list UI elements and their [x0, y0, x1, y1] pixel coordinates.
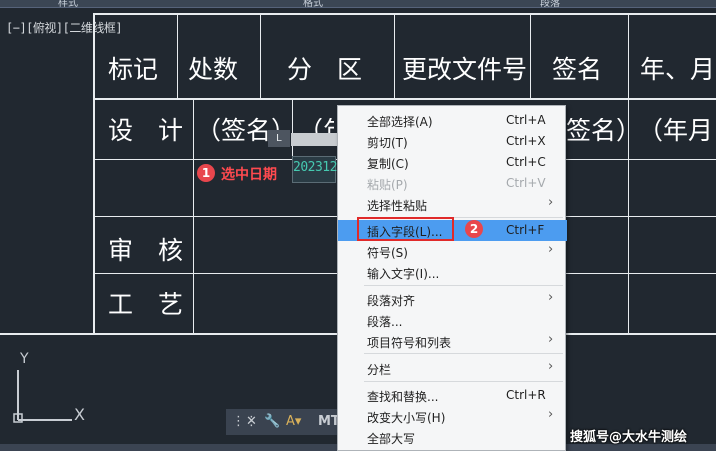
submenu-arrow-icon: ›: [548, 407, 554, 422]
grid-hline: [93, 13, 716, 15]
bottom-toolbar: ⋮⋮ ✕ 🔧 A▾ MT: [226, 409, 340, 435]
submenu-arrow-icon: ›: [548, 242, 554, 257]
step-1-label: 选中日期: [221, 167, 277, 183]
context-menu: 全部选择(A) Ctrl+A 剪切(T) Ctrl+X 复制(C) Ctrl+C…: [337, 105, 567, 451]
menu-separator: [364, 381, 563, 382]
grid-vline: [530, 13, 531, 99]
grid-vline: [177, 13, 178, 99]
menu-item-all-caps[interactable]: 全部大写: [338, 427, 567, 448]
cell-sign[interactable]: 签名: [552, 57, 602, 82]
cell-mark[interactable]: 标记: [108, 57, 158, 82]
ribbon-strip: 样式 格式 段落: [0, 0, 716, 9]
cell-sign-partial[interactable]: 签名）: [566, 118, 628, 143]
menu-item-change-case[interactable]: 改变大小写(H) ›: [338, 406, 567, 427]
cell-count[interactable]: 处数: [188, 57, 238, 82]
ribbon-format-label[interactable]: 格式: [303, 0, 323, 9]
menu-item-input-text[interactable]: 输入文字(I)...: [338, 262, 567, 283]
menu-item-paragraph[interactable]: 段落...: [338, 310, 567, 331]
menu-item-cut[interactable]: 剪切(T) Ctrl+X: [338, 131, 567, 152]
ucs-x-label: X: [74, 405, 85, 424]
menu-item-paste: 粘贴(P) Ctrl+V: [367, 176, 546, 192]
ucs-y-label: Y: [20, 351, 29, 367]
viewport-view-label[interactable]: [−][俯视][二维线框]: [6, 19, 123, 36]
cell-date[interactable]: 年、月: [640, 57, 715, 82]
menu-item-find-replace[interactable]: 查找和替换... Ctrl+R: [338, 385, 567, 406]
cell-change-doc[interactable]: 更改文件号: [402, 57, 527, 82]
menu-item-bullets-lists[interactable]: 项目符号和列表 ›: [338, 331, 567, 352]
menu-item-symbol[interactable]: 符号(S) ›: [338, 241, 567, 262]
editor-tab-l[interactable]: L: [268, 130, 290, 147]
ribbon-paragraph-label[interactable]: 段落: [540, 0, 560, 9]
cell-zone[interactable]: 分 区: [287, 57, 362, 82]
wrench-icon[interactable]: 🔧: [264, 414, 280, 429]
cell-review[interactable]: 审 核: [108, 238, 183, 263]
grid-vline: [193, 99, 194, 335]
selected-date-text[interactable]: 202312: [293, 160, 337, 175]
grid-vline: [93, 13, 95, 335]
submenu-arrow-icon: ›: [548, 290, 554, 305]
submenu-arrow-icon: ›: [548, 359, 554, 374]
menu-item-copy[interactable]: 复制(C) Ctrl+C: [338, 152, 567, 173]
grid-vline: [628, 13, 629, 335]
step-1-badge: 1: [197, 164, 215, 182]
menu-item-paragraph-align[interactable]: 段落对齐 ›: [338, 289, 567, 310]
menu-item-columns[interactable]: 分栏 ›: [338, 358, 567, 379]
menu-separator: [364, 353, 563, 354]
submenu-arrow-icon: ›: [548, 332, 554, 347]
menu-item-paste-special[interactable]: 选择性粘贴 ›: [338, 194, 567, 215]
ribbon-style-label[interactable]: 样式: [58, 0, 78, 9]
annotation-highlight-box: [357, 217, 454, 241]
cell-design[interactable]: 设 计: [108, 118, 183, 143]
submenu-arrow-icon: ›: [548, 195, 554, 210]
editor-ruler[interactable]: [291, 133, 337, 146]
cell-year-month[interactable]: （年月: [638, 118, 713, 143]
cell-process[interactable]: 工 艺: [108, 292, 183, 317]
close-icon[interactable]: ✕: [246, 414, 257, 429]
text-style-icon[interactable]: A▾: [286, 414, 301, 429]
grid-vline: [394, 13, 395, 99]
step-2-badge: 2: [465, 220, 483, 238]
menu-separator: [364, 285, 563, 286]
watermark-text: 搜狐号@大水牛测绘: [570, 430, 688, 445]
menu-item-select-all[interactable]: 全部选择(A) Ctrl+A: [338, 110, 567, 131]
grid-hline: [93, 98, 716, 100]
grid-vline: [260, 13, 261, 99]
